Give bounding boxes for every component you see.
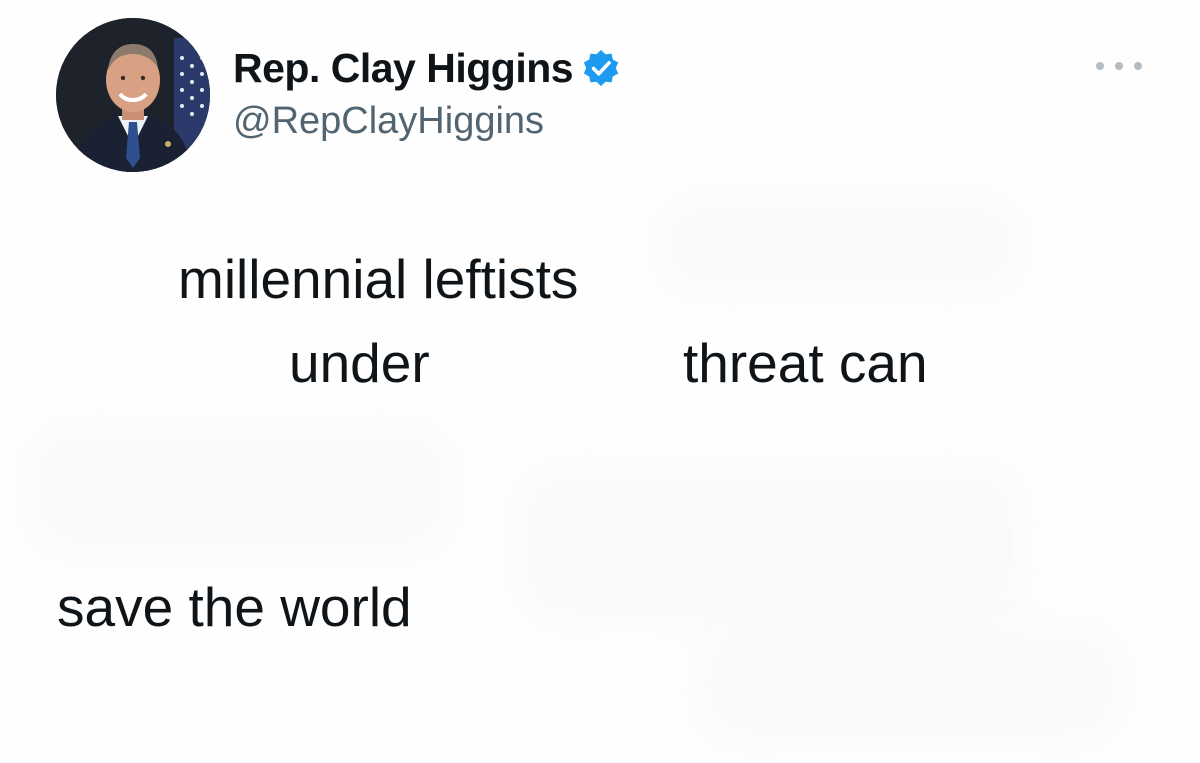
tweet-text-line-2-left: under: [289, 332, 430, 394]
verified-badge-icon: [581, 48, 621, 88]
dot: [1115, 62, 1123, 70]
avatar[interactable]: [56, 18, 210, 172]
dot: [1134, 62, 1142, 70]
tweet-text-line-3: save the world: [57, 576, 412, 638]
tweet-text-line-1: millennial leftists: [178, 248, 579, 310]
background-smudge: [520, 470, 1020, 620]
background-smudge: [660, 200, 1020, 290]
background-smudge: [30, 430, 450, 550]
author-name-row: Rep. Clay Higgins: [233, 44, 621, 92]
profile-photo: [56, 18, 210, 172]
tweet-card: Rep. Clay Higgins @RepClayHiggins millen…: [0, 0, 1200, 763]
more-options-icon[interactable]: [1096, 56, 1142, 76]
author-display-name[interactable]: Rep. Clay Higgins: [233, 45, 574, 92]
dot: [1096, 62, 1104, 70]
background-smudge: [700, 630, 1120, 740]
tweet-text-line-2-right: threat can: [683, 332, 928, 394]
author-handle[interactable]: @RepClayHiggins: [233, 100, 544, 143]
